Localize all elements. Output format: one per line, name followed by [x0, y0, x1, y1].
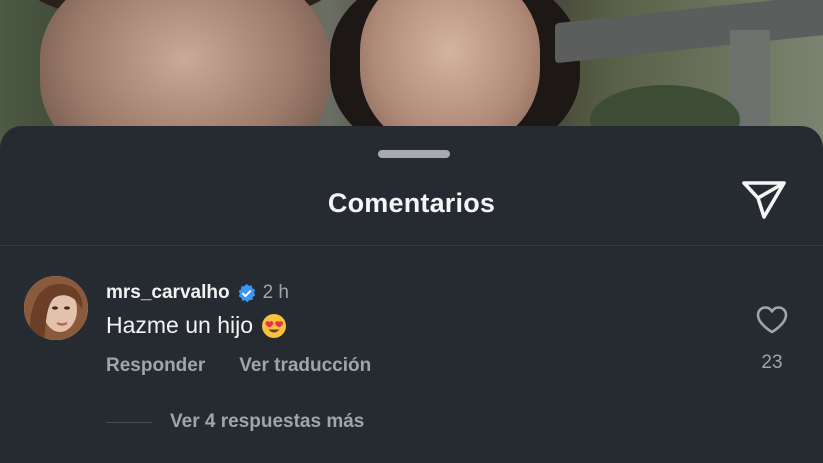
- comments-sheet: Comentarios mrs_carvalho 2 h Hazme un hi…: [0, 126, 823, 463]
- view-replies-button[interactable]: Ver 4 respuestas más: [106, 411, 364, 433]
- comment-text: Hazme un hijo: [106, 312, 254, 338]
- send-icon: [742, 181, 786, 219]
- photo-roof: [555, 0, 823, 64]
- like-button[interactable]: [752, 302, 792, 338]
- see-translation-button[interactable]: Ver traducción: [239, 355, 371, 377]
- like-count: 23: [761, 352, 783, 373]
- reply-button[interactable]: Responder: [106, 355, 205, 377]
- view-replies-label: Ver 4 respuestas más: [170, 411, 365, 432]
- replies-divider-line: [106, 421, 152, 423]
- comment-username[interactable]: mrs_carvalho: [106, 282, 230, 304]
- share-button[interactable]: [738, 176, 790, 224]
- avatar[interactable]: [24, 276, 88, 340]
- divider: [0, 245, 823, 246]
- comment-header: mrs_carvalho 2 h: [106, 280, 289, 306]
- verified-badge-icon: [238, 283, 255, 302]
- avatar-image: [24, 276, 88, 340]
- comment-timestamp: 2 h: [262, 282, 289, 303]
- drag-handle[interactable]: [378, 150, 450, 158]
- comment-body: Hazme un hijo: [106, 312, 287, 339]
- sheet-title: Comentarios: [327, 188, 496, 218]
- heart-icon: [756, 306, 788, 334]
- comment-actions: Responder Ver traducción: [106, 355, 371, 377]
- heart-eyes-emoji-icon: [262, 313, 287, 338]
